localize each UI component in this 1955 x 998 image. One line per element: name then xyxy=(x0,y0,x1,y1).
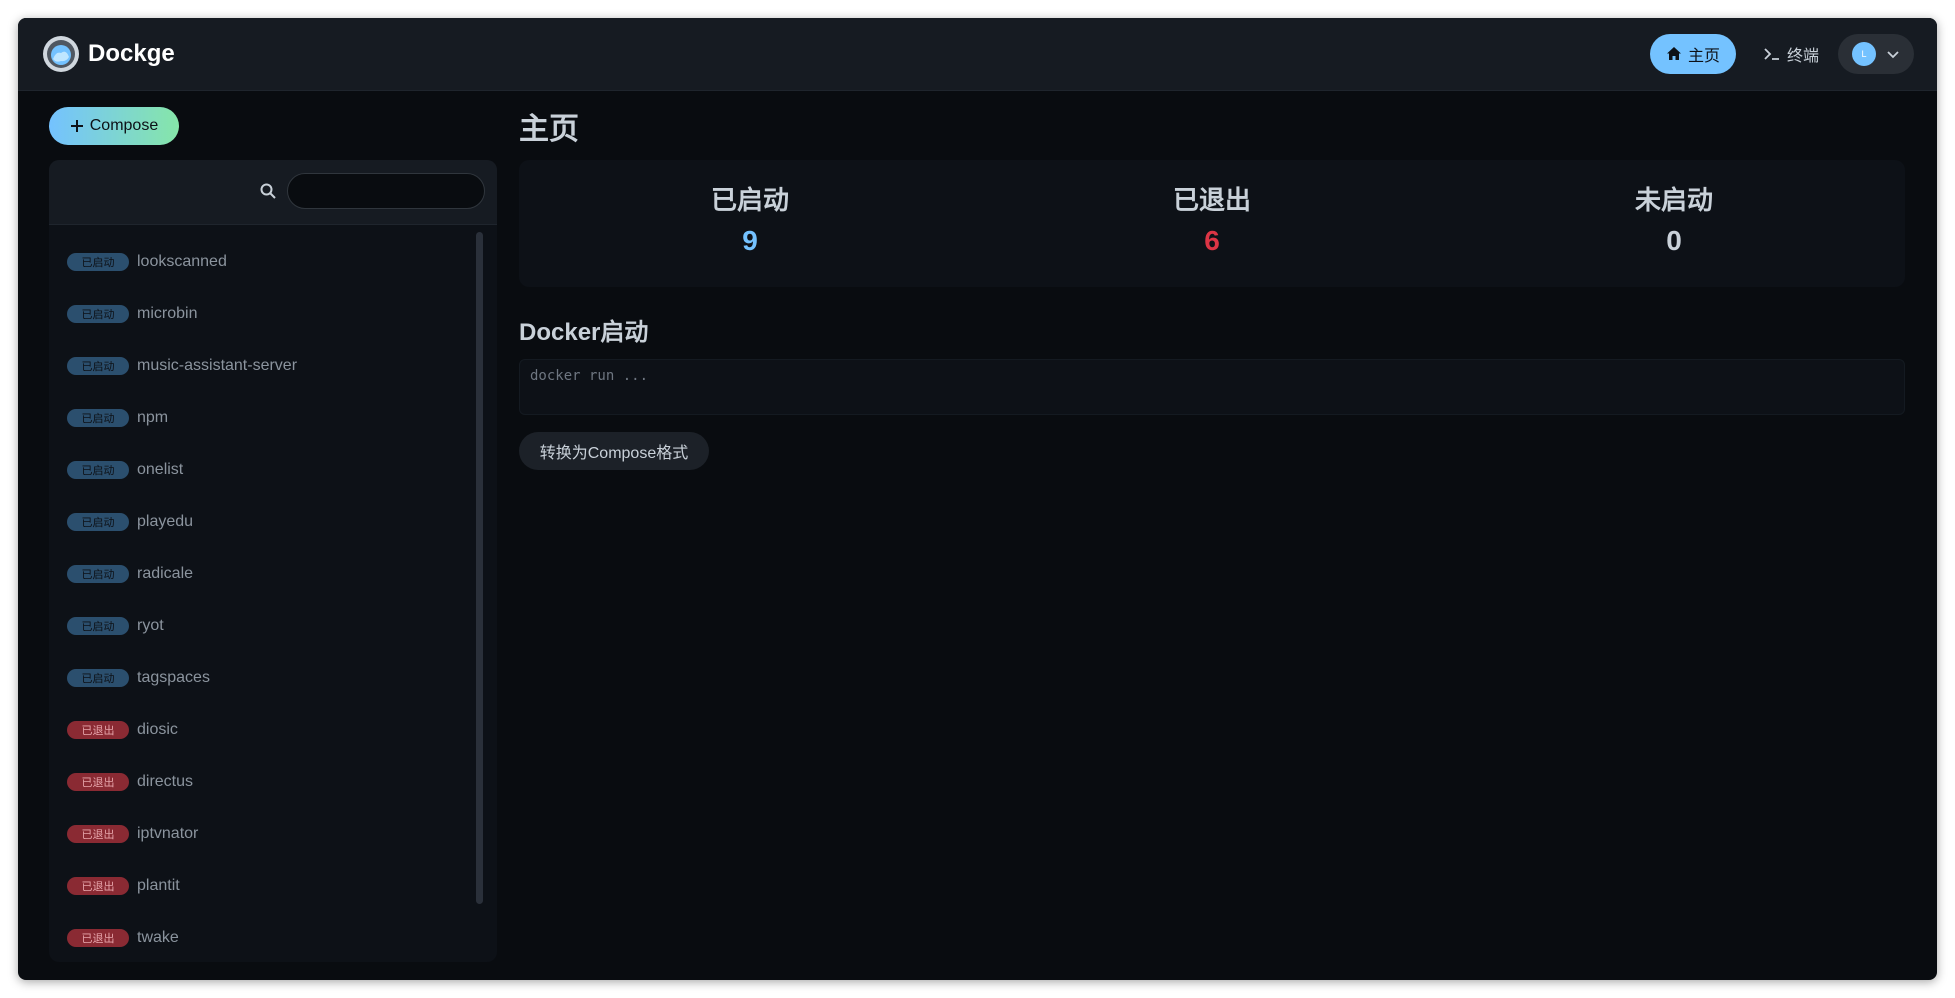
stat-value: 9 xyxy=(742,225,758,256)
stack-list-item[interactable]: 已退出 directus xyxy=(49,756,469,808)
dockge-logo-icon[interactable] xyxy=(42,35,80,73)
stack-list-panel: 已启动 lookscanned 已启动 microbin 已启动 music-assist… xyxy=(49,160,497,962)
stack-list-item[interactable]: 已启动 playedu xyxy=(49,496,469,548)
status-badge: 已退出 xyxy=(67,929,129,947)
stack-name: ryot xyxy=(137,617,164,634)
stack-name: directus xyxy=(137,773,194,790)
stack-name: onelist xyxy=(137,461,184,478)
stack-list-item[interactable]: 已退出 twake xyxy=(49,912,469,962)
convert-to-compose-button[interactable]: 转换为Compose格式 xyxy=(519,432,709,470)
stack-list-item[interactable]: 已退出 plantit xyxy=(49,860,469,912)
stack-list-item[interactable]: 已启动 tagspaces xyxy=(49,652,469,704)
home-icon xyxy=(1666,47,1681,60)
status-badge: 已启动 xyxy=(67,409,129,427)
stack-name: radicale xyxy=(137,565,194,582)
nav-home-button[interactable]: 主页 xyxy=(1650,34,1736,74)
status-badge: 已退出 xyxy=(67,877,129,895)
status-badge: 已启动 xyxy=(67,513,129,531)
compose-label: Compose xyxy=(89,117,159,134)
stack-name: plantit xyxy=(137,877,180,894)
docker-run-input[interactable] xyxy=(519,359,1905,415)
status-badge: 已退出 xyxy=(67,773,129,791)
status-badge: 已启动 xyxy=(67,669,129,687)
stat-value: 6 xyxy=(1204,225,1220,256)
status-badge: 已启动 xyxy=(67,617,129,635)
stack-name: diosic xyxy=(137,721,178,738)
stack-list-scrollbar[interactable] xyxy=(476,232,483,904)
stat-value: 0 xyxy=(1666,225,1682,256)
stack-list: 已启动 lookscanned 已启动 microbin 已启动 music-assist… xyxy=(49,236,469,962)
stack-list-item[interactable]: 已启动 onelist xyxy=(49,444,469,496)
search-input[interactable] xyxy=(287,173,485,209)
stack-list-item[interactable]: 已启动 npm xyxy=(49,392,469,444)
stack-list-item[interactable]: 已启动 microbin xyxy=(49,288,469,340)
nav-terminal-button[interactable]: 终端 xyxy=(1756,34,1826,74)
app-window: Dockge 主页 终端 L Compose 已启动 lookscanned 已… xyxy=(18,18,1937,980)
stack-name: twake xyxy=(137,929,179,946)
stack-list-item[interactable]: 已启动 music-assistant-server xyxy=(49,340,469,392)
stat-label: 未启动 xyxy=(1634,185,1713,215)
chevron-down-icon xyxy=(1887,51,1899,59)
stat-item: 已退出 6 xyxy=(981,160,1443,287)
app-title[interactable]: Dockge xyxy=(88,35,175,73)
stack-name: tagspaces xyxy=(137,669,210,686)
stack-list-item[interactable]: 已启动 radicale xyxy=(49,548,469,600)
stack-name: music-assistant-server xyxy=(137,357,298,374)
stack-list-item[interactable]: 已退出 iptvnator xyxy=(49,808,469,860)
status-badge: 已启动 xyxy=(67,461,129,479)
stack-name: playedu xyxy=(137,513,194,530)
search-bar xyxy=(49,160,497,225)
search-icon xyxy=(260,183,276,199)
status-badge: 已启动 xyxy=(67,253,129,271)
stats-panel: 已启动 9 已退出 6 未启动 0 xyxy=(519,160,1905,287)
status-badge: 已退出 xyxy=(67,825,129,843)
stat-item: 未启动 0 xyxy=(1443,160,1905,287)
top-header: Dockge 主页 终端 L xyxy=(18,18,1937,91)
nav-terminal-label: 终端 xyxy=(1786,48,1819,65)
stack-name: lookscanned xyxy=(137,253,227,270)
status-badge: 已退出 xyxy=(67,721,129,739)
profile-dropdown[interactable]: L xyxy=(1838,34,1914,74)
status-badge: 已启动 xyxy=(67,357,129,375)
docker-section-title: Docker启动 xyxy=(519,319,649,346)
stack-name: npm xyxy=(137,409,169,426)
stat-item: 已启动 9 xyxy=(519,160,981,287)
stack-list-item[interactable]: 已启动 lookscanned xyxy=(49,236,469,288)
stack-name: iptvnator xyxy=(137,825,199,842)
stack-list-item[interactable]: 已启动 ryot xyxy=(49,600,469,652)
plus-icon xyxy=(70,120,83,132)
add-compose-button[interactable]: Compose xyxy=(49,107,179,145)
status-badge: 已启动 xyxy=(67,305,129,323)
page-title: 主页 xyxy=(519,113,579,146)
stat-label: 已启动 xyxy=(710,185,789,215)
stat-label: 已退出 xyxy=(1172,185,1251,215)
terminal-icon xyxy=(1764,48,1779,60)
stack-list-item[interactable]: 已退出 diosic xyxy=(49,704,469,756)
nav-home-label: 主页 xyxy=(1687,48,1720,65)
status-badge: 已启动 xyxy=(67,565,129,583)
stack-name: microbin xyxy=(137,305,198,322)
avatar: L xyxy=(1852,42,1876,66)
